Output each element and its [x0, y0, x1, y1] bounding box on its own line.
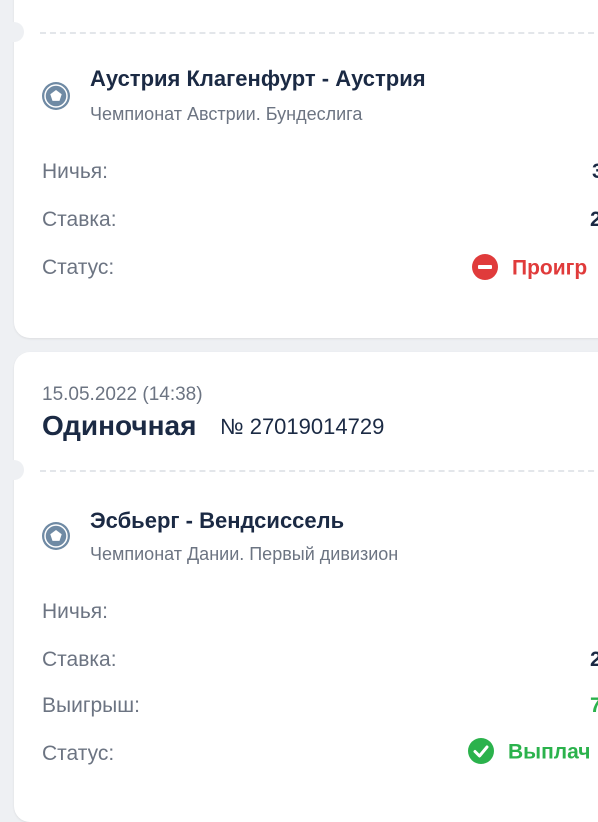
- status-value: Выплач: [468, 738, 591, 766]
- match-league: Чемпионат Австрии. Бундеслига: [90, 104, 363, 124]
- status-text: Выплач: [508, 740, 591, 764]
- football-icon: [42, 522, 70, 550]
- win-value: 7: [590, 694, 598, 717]
- match-title: Аустрия Клагенфурт - Аустрия: [90, 66, 426, 91]
- stake-label: Ставка:: [42, 208, 117, 231]
- divider: [40, 32, 598, 34]
- win-label: Выигрыш:: [42, 694, 140, 717]
- bet-number: № 27019014729: [220, 414, 385, 439]
- status-text: Проигр: [512, 256, 588, 280]
- match-title: Эсбьерг - Вендсиссель: [90, 508, 345, 533]
- check-circle-icon: [468, 738, 494, 764]
- status-value: Проигр: [472, 254, 588, 282]
- bet-card[interactable]: 15.05.2022 (14:38) Одиночная № 270190147…: [4, 352, 598, 822]
- bet-type: Одиночная: [42, 410, 197, 441]
- card-notch: [4, 22, 24, 42]
- status-label: Статус:: [42, 256, 115, 279]
- bet-card[interactable]: Аустрия Клагенфурт - Аустрия Чемпионат А…: [4, 0, 598, 338]
- minus-circle-icon: [472, 254, 498, 280]
- stake-value: 2: [590, 208, 598, 231]
- outcome-value: 3: [592, 160, 598, 183]
- match-league: Чемпионат Дании. Первый дивизион: [90, 544, 399, 564]
- outcome-label: Ничья:: [42, 160, 108, 183]
- bet-date: 15.05.2022 (14:38): [42, 384, 203, 405]
- stake-label: Ставка:: [42, 648, 117, 671]
- divider: [40, 470, 598, 472]
- outcome-label: Ничья:: [42, 600, 108, 623]
- football-icon: [42, 82, 70, 110]
- card-notch: [4, 460, 24, 480]
- stake-value: 2: [590, 648, 598, 671]
- status-label: Статус:: [42, 742, 115, 765]
